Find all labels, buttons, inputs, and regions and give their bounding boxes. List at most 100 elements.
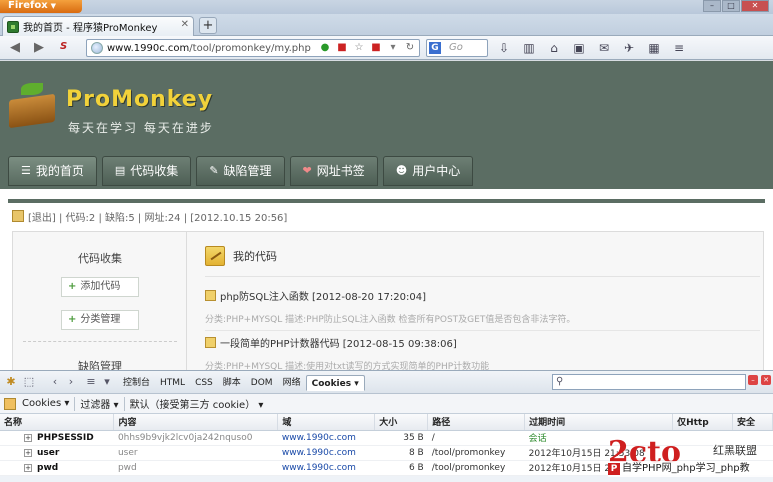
globe-icon [91, 42, 103, 54]
google-search-icon[interactable]: G [429, 42, 441, 54]
watermark-bar: P 自学PHP网_php学习_php教 [608, 461, 773, 477]
logo-text[interactable]: ProMonkey [66, 87, 213, 112]
minimize-panel-button[interactable]: – [748, 375, 758, 385]
close-panel-button[interactable]: ✕ [761, 375, 771, 385]
expand-icon[interactable]: + [24, 448, 32, 457]
firefox-menu-button[interactable]: Firefox ▼ [0, 0, 82, 13]
user-icon: ☻ [395, 164, 408, 177]
default-policy-menu[interactable]: 默认（接受第三方 cookie） ▾ [130, 396, 264, 411]
addons-icon[interactable]: ▦ [646, 40, 662, 56]
tab-html[interactable]: HTML [155, 375, 190, 391]
flag-cn-icon[interactable]: ■ [370, 42, 382, 54]
url-text[interactable]: www.1990c.com/tool/promonkey/my.php [107, 43, 311, 54]
web-page: ProMonkey 每天在学习 每天在进步 ☰ 我的首页 ▤ 代码收集 ✎ 缺陷管理 … [0, 61, 773, 370]
column-header[interactable]: 过期时间 [524, 414, 674, 431]
bookmark-toolbar-icon[interactable]: ▥ [521, 40, 537, 56]
screenshot-icon[interactable]: ▣ [571, 40, 587, 56]
main-menu: ☰ 我的首页 ▤ 代码收集 ✎ 缺陷管理 ❤ 网址书签 ☻ 用户中心 [8, 156, 474, 186]
article-title-link[interactable]: 一段简单的PHP计数器代码 [2012-08-15 09:38:06] [220, 335, 457, 350]
reload-icon[interactable]: ↻ [404, 42, 416, 54]
section-heading: 我的代码 [205, 246, 277, 266]
section-title: 我的代码 [233, 250, 277, 263]
new-tab-button[interactable]: + [199, 17, 217, 34]
column-header[interactable]: 仅Http [672, 414, 733, 431]
url-bar-icons: ● ■ ☆ ■ ▾ ↻ [319, 42, 416, 54]
column-header[interactable]: 内容 [113, 414, 279, 431]
expand-icon[interactable]: + [24, 463, 32, 472]
plus-icon: + [68, 314, 77, 325]
firebug-search-input[interactable]: ⚲ [552, 374, 746, 390]
column-header[interactable]: 名称 [0, 414, 115, 431]
menu-item-bookmarks[interactable]: ❤ 网址书签 [289, 156, 378, 186]
column-header[interactable]: 安全 [732, 414, 773, 431]
divider [205, 276, 760, 277]
addon-s-icon[interactable]: S [60, 41, 74, 55]
menu-item-bugs[interactable]: ✎ 缺陷管理 [196, 156, 285, 186]
menu-item-user[interactable]: ☻ 用户中心 [382, 156, 474, 186]
edit-icon [205, 337, 216, 348]
list-menu-icon[interactable]: ≡ [84, 375, 98, 389]
document-icon: ▤ [114, 164, 126, 177]
user-card-icon [12, 210, 24, 222]
tab-dom[interactable]: DOM [246, 375, 278, 391]
tab-close-icon[interactable]: ✕ [181, 19, 189, 30]
home-icon[interactable]: ⌂ [546, 40, 562, 56]
mail-icon[interactable]: ✉ [596, 40, 612, 56]
manage-categories-button[interactable]: + 分类管理 [61, 310, 139, 330]
download-icon[interactable]: ⇩ [496, 40, 512, 56]
cookie-icon [4, 397, 16, 410]
watermark-side-text: 红黑联盟 [713, 442, 757, 458]
menu-item-code[interactable]: ▤ 代码收集 [101, 156, 192, 186]
cookies-toolbar: Cookies ▾ 过滤器 ▾ 默认（接受第三方 cookie） ▾ [0, 394, 773, 414]
dropdown-icon[interactable]: ▾ [387, 42, 399, 54]
logo-image[interactable] [9, 83, 57, 129]
forward-icon[interactable]: › [64, 375, 78, 389]
flag-icon[interactable]: ■ [336, 42, 348, 54]
cookies-menu[interactable]: Cookies ▾ [22, 398, 69, 409]
minimize-button[interactable]: – [703, 0, 721, 12]
maximize-button[interactable]: □ [722, 0, 740, 12]
firebug-bug-icon[interactable]: ✱ [4, 375, 18, 389]
watermark: 2cto 红黑联盟 P 自学PHP网_php学习_php教 [608, 438, 773, 482]
tab-script[interactable]: 脚本 [218, 375, 246, 391]
address-bar[interactable]: www.1990c.com/tool/promonkey/my.php ● ■ … [86, 39, 420, 57]
wrench-icon: ✎ [209, 164, 219, 177]
tab-net[interactable]: 网络 [278, 375, 306, 391]
notepad-icon [205, 246, 225, 266]
menu-item-home[interactable]: ☰ 我的首页 [8, 156, 97, 186]
divider [8, 199, 765, 203]
column-header[interactable]: 域 [277, 414, 376, 431]
expand-icon[interactable]: + [24, 433, 32, 442]
site-slogan: 每天在学习 每天在进步 [68, 121, 214, 135]
chevron-down-icon: ▾ [354, 379, 359, 389]
forward-arrow-icon[interactable]: ▶ [30, 39, 48, 57]
table-header: 名称 内容 域 大小 路径 过期时间 仅Http 安全 [0, 414, 773, 431]
inspect-icon[interactable]: ⬚ [22, 375, 36, 389]
column-header[interactable]: 大小 [374, 414, 429, 431]
article-item: php防SQL注入函数 [2012-08-20 17:20:04] 分类:PHP… [205, 288, 760, 331]
tab-cookies[interactable]: Cookies ▾ [305, 375, 365, 391]
menu-icon[interactable]: ≡ [671, 40, 687, 56]
chevron-down-icon[interactable]: ▾ [100, 375, 114, 389]
tab-title: 我的首页 - 程序猿ProMonkey [23, 23, 158, 34]
firebug-toolbar: ✱ ⬚ ‹ › ≡ ▾ 控制台 HTML CSS 脚本 DOM 网络 Cooki… [0, 370, 773, 394]
tab-bar: 我的首页 - 程序猿ProMonkey ✕ + [0, 14, 773, 36]
watermark-text: 自学PHP网_php学习_php教 [622, 463, 750, 474]
column-header[interactable]: 路径 [427, 414, 526, 431]
back-icon[interactable]: ‹ [48, 375, 62, 389]
back-arrow-icon[interactable]: ◀ [6, 39, 24, 57]
firebug-window-buttons: – ✕ [748, 375, 771, 385]
browser-tab[interactable]: 我的首页 - 程序猿ProMonkey ✕ [2, 16, 194, 36]
article-title-link[interactable]: php防SQL注入函数 [2012-08-20 17:20:04] [220, 288, 426, 303]
navigation-toolbar: ◀ ▶ S www.1990c.com/tool/promonkey/my.ph… [0, 36, 773, 60]
firebug-tabs: 控制台 HTML CSS 脚本 DOM 网络 Cookies ▾ [118, 375, 365, 391]
tab-css[interactable]: CSS [190, 375, 218, 391]
list-icon: ☰ [21, 164, 31, 177]
add-code-button[interactable]: + 添加代码 [61, 277, 139, 297]
filter-menu[interactable]: 过滤器 ▾ [80, 396, 118, 411]
tools-icon[interactable]: ✈ [621, 40, 637, 56]
tab-console[interactable]: 控制台 [118, 375, 155, 391]
star-icon[interactable]: ☆ [353, 42, 365, 54]
close-window-button[interactable]: ✕ [741, 0, 769, 12]
go-icon[interactable]: ● [319, 42, 331, 54]
